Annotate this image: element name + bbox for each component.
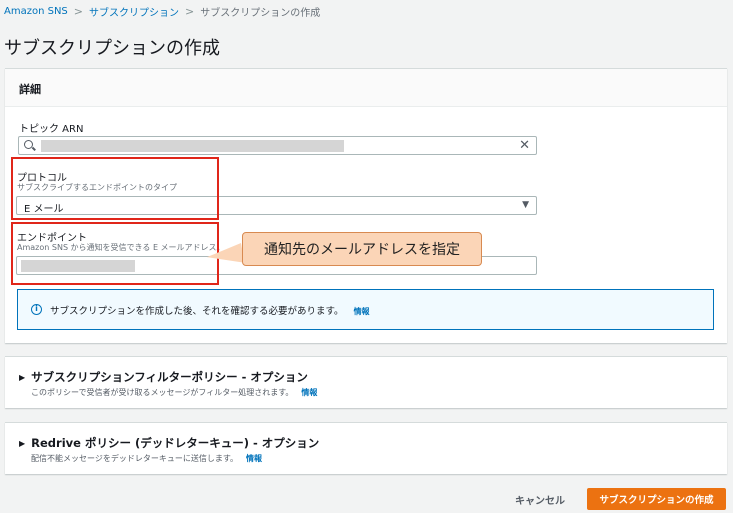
caret-down-icon: ▼ [522,200,529,210]
chevron-right-icon: > [185,5,195,18]
create-subscription-button[interactable]: サブスクリプションの作成 [587,488,726,510]
cancel-button[interactable]: キャンセル [505,488,575,510]
topic-arn-label: トピック ARN [19,124,84,135]
filter-policy-description-row: このポリシーで受信者が受け取るメッセージがフィルター処理されます。 情報 [31,387,317,398]
breadcrumb: Amazon SNS > サブスクリプション > サブスクリプションの作成 [4,4,320,19]
breadcrumb-current: サブスクリプションの作成 [200,8,321,19]
protocol-highlight-box [11,157,219,220]
info-alert-message: サブスクリプションを作成した後、それを確認する必要があります。 [50,306,344,317]
info-link[interactable]: 情報 [354,307,370,316]
info-alert-text: サブスクリプションを作成した後、それを確認する必要があります。 情報 [50,303,370,317]
endpoint-highlight-box [11,222,219,285]
page-title: サブスクリプションの作成 [4,38,220,59]
info-icon: i [31,304,42,315]
redrive-policy-description: 配信不能メッセージをデッドレターキューに送信します。 [31,454,239,463]
details-panel: 詳細 トピック ARN ✕ プロトコル サブスクライブするエンドポイントのタイプ… [5,68,727,343]
redrive-policy-title: Redrive ポリシー (デッドレターキュー) - オプション [31,436,320,450]
caret-right-icon: ▶ [19,372,26,382]
masked-topic-arn [41,140,344,152]
chevron-right-icon: > [73,5,83,18]
breadcrumb-amazon-sns[interactable]: Amazon SNS [4,6,68,17]
redrive-policy-toggle[interactable]: ▶ Redrive ポリシー (デッドレターキュー) - オプション [19,435,319,451]
redrive-policy-description-row: 配信不能メッセージをデッドレターキューに送信します。 情報 [31,453,262,464]
filter-policy-title: サブスクリプションフィルターポリシー - オプション [31,370,308,384]
redrive-policy-panel[interactable]: ▶ Redrive ポリシー (デッドレターキュー) - オプション 配信不能メ… [5,422,727,474]
filter-policy-description: このポリシーで受信者が受け取るメッセージがフィルター処理されます。 [31,388,294,397]
topic-arn-input[interactable]: ✕ [18,136,537,155]
caret-right-icon: ▶ [19,438,26,448]
callout-annotation: 通知先のメールアドレスを指定 [242,232,482,266]
redrive-policy-info-link[interactable]: 情報 [246,454,262,463]
breadcrumb-subscriptions[interactable]: サブスクリプション [89,4,179,19]
search-icon [24,140,33,149]
close-icon[interactable]: ✕ [519,137,530,154]
info-alert: i サブスクリプションを作成した後、それを確認する必要があります。 情報 [17,289,714,330]
filter-policy-info-link[interactable]: 情報 [301,388,317,397]
filter-policy-toggle[interactable]: ▶ サブスクリプションフィルターポリシー - オプション [19,369,308,385]
filter-policy-panel[interactable]: ▶ サブスクリプションフィルターポリシー - オプション このポリシーで受信者が… [5,356,727,408]
details-panel-header: 詳細 [5,69,727,107]
